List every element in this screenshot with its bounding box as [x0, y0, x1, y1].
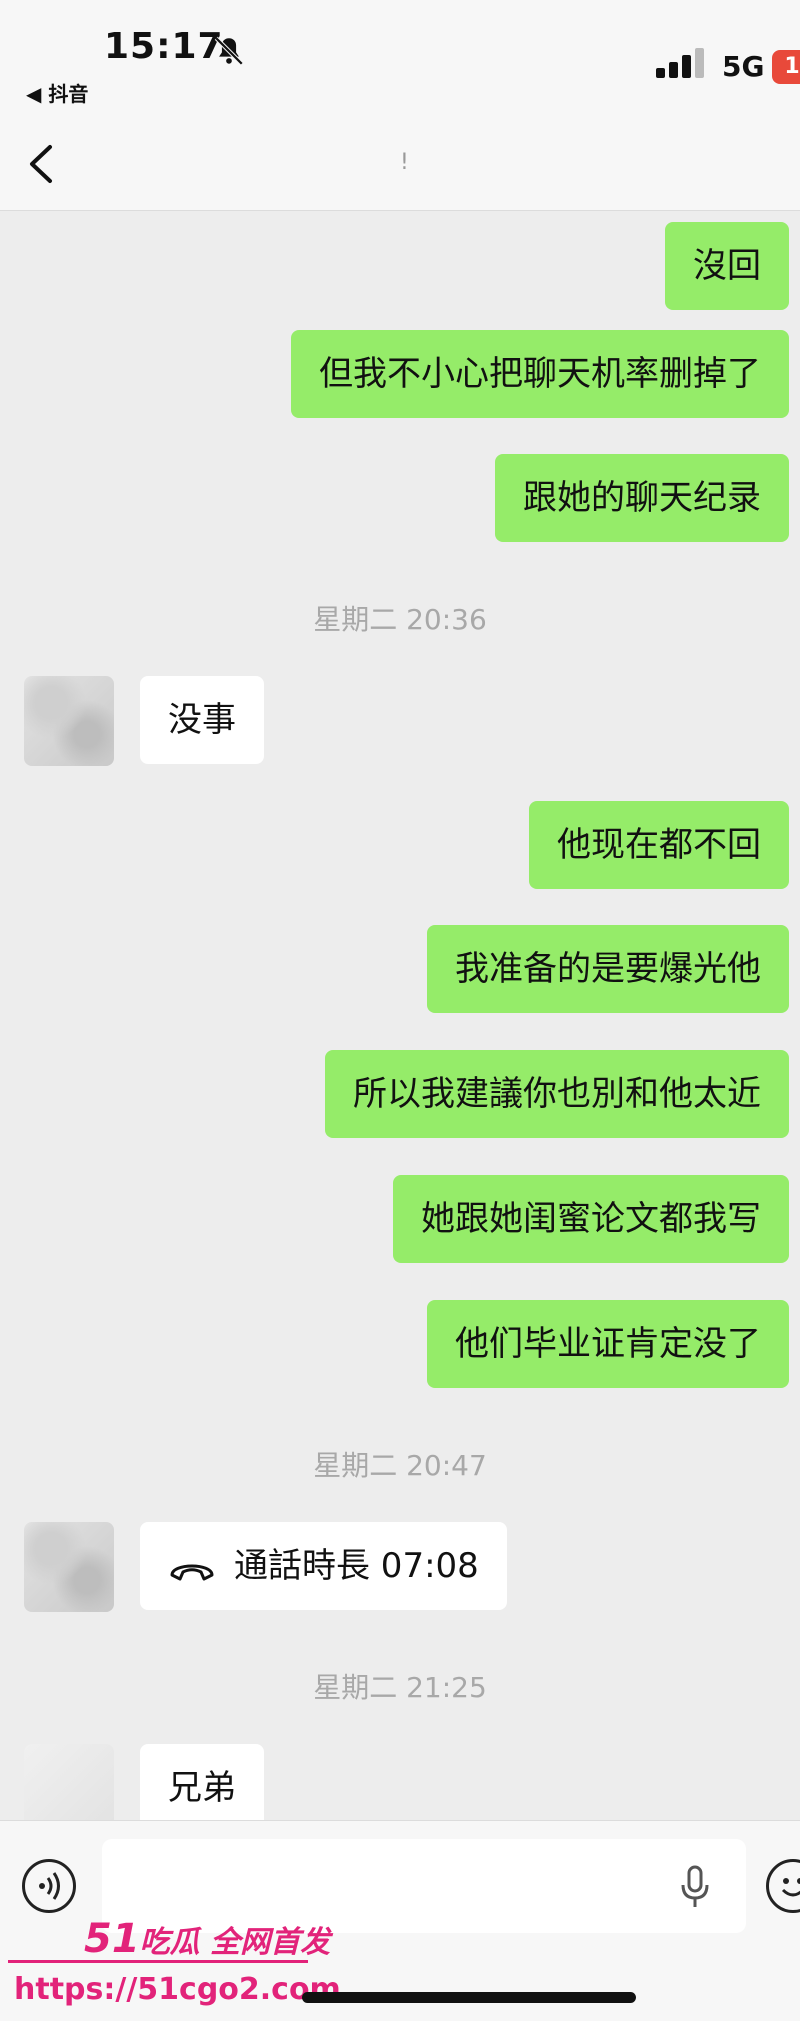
watermark-title: 51吃瓜 全网首发 [84, 1916, 331, 1962]
message-bubble-outgoing[interactable]: 所以我建議你也別和他太近 [325, 1050, 789, 1138]
message-bubble-outgoing[interactable]: 沒回 [665, 222, 789, 310]
message-bubble-incoming[interactable]: 兄弟 [140, 1744, 264, 1832]
avatar[interactable] [24, 1522, 114, 1612]
message-bubble-outgoing[interactable]: 他现在都不回 [529, 801, 789, 889]
smile-icon [781, 1878, 800, 1897]
avatar[interactable] [24, 676, 114, 766]
back-arrow-icon[interactable] [26, 144, 56, 184]
chat-header: ! [0, 110, 800, 211]
status-bar: 15:17 ◀ 抖音 5G 1 [0, 0, 800, 110]
emoji-button[interactable] [766, 1859, 800, 1913]
message-bubble-outgoing[interactable]: 但我不小心把聊天机率删掉了 [291, 330, 789, 418]
watermark-url: https://51cgo2.com [14, 1972, 341, 2007]
call-record-bubble[interactable]: 通話時長 07:08 [140, 1522, 507, 1610]
battery-badge: 1 [772, 50, 800, 84]
watermark-underline [8, 1960, 308, 1963]
phone-hangup-icon [170, 1564, 214, 1580]
network-type: 5G [722, 50, 765, 83]
message-bubble-outgoing[interactable]: 他们毕业证肯定没了 [427, 1300, 789, 1388]
home-indicator[interactable] [302, 1992, 636, 2003]
timestamp: 星期二 20:36 [313, 603, 487, 636]
bell-muted-icon [214, 36, 244, 66]
message-bubble-outgoing[interactable]: 我准备的是要爆光他 [427, 925, 789, 1013]
timestamp: 星期二 20:47 [313, 1449, 487, 1482]
status-time: 15:17 [104, 26, 224, 67]
microphone-icon[interactable] [680, 1865, 710, 1909]
voice-wave-icon [39, 1872, 60, 1900]
message-bubble-outgoing[interactable]: 她跟她闺蜜论文都我写 [393, 1175, 789, 1263]
timestamp: 星期二 21:25 [313, 1671, 487, 1704]
chat-title: ! [400, 150, 409, 175]
signal-icon [656, 48, 704, 78]
voice-input-button[interactable] [22, 1859, 76, 1913]
back-to-app-link[interactable]: ◀ 抖音 [26, 78, 88, 107]
message-bubble-outgoing[interactable]: 跟她的聊天纪录 [495, 454, 789, 542]
call-duration-text: 通話時長 07:08 [234, 1546, 479, 1586]
message-bubble-incoming[interactable]: 没事 [140, 676, 264, 764]
